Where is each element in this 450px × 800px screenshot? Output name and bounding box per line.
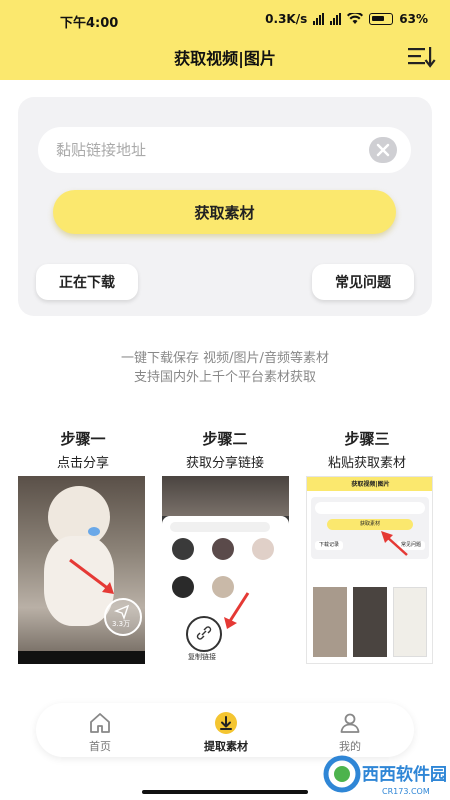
step-3-screenshot: 获取视频|图片 获取素材 下载记录 常见问题	[306, 476, 433, 664]
share-icon	[114, 604, 130, 620]
url-input[interactable]	[38, 127, 411, 173]
step-2-title: 步骤二	[202, 430, 248, 448]
description-line-2: 支持国内外上千个平台素材获取	[133, 370, 316, 385]
arrow-icon	[224, 592, 250, 629]
battery-icon	[369, 13, 394, 25]
step-3-title: 步骤三	[344, 430, 390, 448]
faq-button[interactable]: 常见问题	[312, 264, 414, 300]
mini-downloading-button: 下载记录	[315, 541, 343, 550]
step-1-title: 步骤一	[60, 430, 106, 448]
tab-me[interactable]: 我的	[300, 703, 400, 757]
arrow-icon	[381, 531, 408, 556]
mini-step-image	[313, 587, 347, 657]
mini-step-image	[353, 587, 387, 657]
contact-avatar	[252, 538, 274, 560]
video-thumb	[162, 476, 289, 516]
watermark-text: 西西软件园	[362, 764, 447, 785]
description-line-1: 一键下载保存 视频/图片/音频等素材	[121, 351, 329, 366]
user-icon	[340, 713, 360, 733]
status-bar: 下午4:00 0.3K/s 63%	[0, 8, 450, 34]
downloading-button[interactable]: 正在下载	[36, 264, 138, 300]
link-icon	[196, 626, 212, 640]
page-title: 获取视频|图片	[174, 49, 276, 68]
arrow-icon	[69, 558, 114, 594]
mini-step-image	[393, 587, 427, 657]
share-search-bar	[170, 522, 270, 532]
cat-bell-shape	[88, 527, 100, 536]
download-icon	[215, 712, 237, 734]
video-nav-bar	[18, 651, 145, 664]
tab-home[interactable]: 首页	[50, 703, 150, 757]
home-icon	[90, 713, 110, 733]
input-panel: 获取素材 正在下载 常见问题	[18, 97, 432, 316]
signal-icon	[313, 13, 325, 25]
signal-2-icon	[330, 13, 342, 25]
step-1-subtitle: 点击分享	[56, 456, 109, 471]
contact-avatar	[212, 538, 234, 560]
step-2-subtitle: 获取分享链接	[185, 456, 264, 471]
watermark-url: CR173.COM	[382, 787, 430, 796]
contact-avatar	[172, 538, 194, 560]
status-time: 下午4:00	[60, 16, 119, 31]
mini-url-input	[315, 502, 425, 514]
tab-extract[interactable]: 提取素材	[176, 703, 276, 757]
get-material-button[interactable]: 获取素材	[53, 190, 396, 234]
bottom-tab-bar: 首页 提取素材 我的	[36, 703, 414, 757]
network-speed: 0.3K/s	[265, 12, 308, 26]
wifi-icon	[347, 13, 364, 24]
share-count: 3.3万	[112, 620, 131, 628]
step-3-subtitle: 粘贴获取素材	[327, 456, 406, 471]
tab-extract-label: 提取素材	[204, 740, 248, 753]
home-indicator[interactable]	[142, 790, 308, 794]
status-indicators: 0.3K/s 63%	[265, 12, 428, 26]
watermark-logo: 西西软件园 CR173.COM	[323, 755, 447, 796]
copy-link-label: 复制链接	[188, 653, 216, 661]
battery-percent: 63%	[399, 12, 428, 26]
contact-avatar	[172, 576, 194, 598]
step-1-screenshot: 3.3万	[18, 476, 145, 664]
tab-home-label: 首页	[89, 740, 111, 753]
clear-input-icon[interactable]	[369, 137, 397, 163]
mini-title: 获取视频|图片	[351, 481, 390, 488]
step-2-screenshot: 复制链接	[162, 476, 289, 664]
sort-list-icon[interactable]	[406, 44, 436, 70]
